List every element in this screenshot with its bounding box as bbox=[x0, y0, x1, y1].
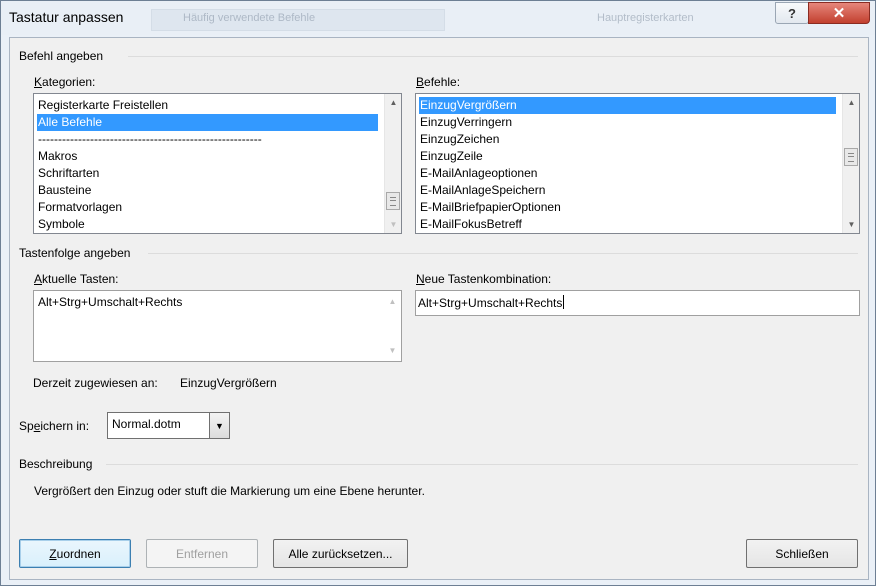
list-item[interactable]: Registerkarte Freistellen bbox=[37, 97, 378, 114]
chevron-down-icon[interactable]: ▼ bbox=[209, 413, 229, 438]
close-button-label: Schließen bbox=[775, 546, 829, 561]
current-keys-scrollbar: ▲ ▼ bbox=[384, 291, 401, 361]
scroll-down-icon[interactable]: ▼ bbox=[385, 216, 401, 233]
section-keys-heading: Tastenfolge angeben bbox=[19, 246, 131, 260]
dialog-body: Befehl angeben Kategorien: Befehle: Regi… bbox=[9, 37, 869, 580]
text-caret bbox=[563, 295, 565, 309]
list-item[interactable]: EinzugZeichen bbox=[419, 131, 836, 148]
dialog-window: Häufig verwendete Befehle Hauptregisterk… bbox=[0, 0, 876, 586]
reset-all-button[interactable]: Alle zurücksetzen... bbox=[273, 539, 408, 568]
title-bar[interactable]: Häufig verwendete Befehle Hauptregisterk… bbox=[1, 1, 875, 35]
list-item[interactable]: E-MailAnlageoptionen bbox=[419, 165, 836, 182]
scroll-up-icon[interactable]: ▲ bbox=[385, 94, 401, 111]
description-text: Vergrößert den Einzug oder stuft die Mar… bbox=[34, 484, 425, 498]
categories-label: Kategorien: bbox=[34, 75, 96, 89]
section-divider bbox=[148, 253, 858, 254]
scroll-up-icon: ▲ bbox=[388, 297, 397, 306]
assign-button-label: Zuordnen bbox=[49, 546, 101, 561]
scroll-thumb[interactable] bbox=[386, 192, 400, 210]
list-item[interactable]: Makros bbox=[37, 148, 378, 165]
scroll-thumb[interactable] bbox=[844, 148, 858, 166]
section-divider bbox=[128, 56, 858, 57]
close-icon: ✕ bbox=[832, 5, 846, 22]
assign-button[interactable]: Zuordnen bbox=[19, 539, 131, 568]
current-keys-label: Aktuelle Tasten: bbox=[34, 272, 119, 286]
window-title: Tastatur anpassen bbox=[9, 9, 124, 25]
scroll-up-icon[interactable]: ▲ bbox=[843, 94, 859, 111]
list-item[interactable]: EinzugVergrößern bbox=[419, 97, 836, 114]
remove-button[interactable]: Entfernen bbox=[146, 539, 258, 568]
close-button[interactable]: Schließen bbox=[746, 539, 858, 568]
assigned-value: EinzugVergrößern bbox=[180, 376, 277, 390]
new-key-label: Neue Tastenkombination: bbox=[416, 272, 552, 286]
current-keys-list[interactable]: Alt+Strg+Umschalt+Rechts ▲ ▼ bbox=[33, 290, 402, 362]
categories-listbox[interactable]: Registerkarte Freistellen Alle Befehle ---… bbox=[33, 93, 402, 234]
new-key-value: Alt+Strg+Umschalt+Rechts bbox=[418, 296, 563, 310]
scroll-down-icon: ▼ bbox=[388, 346, 397, 355]
list-item[interactable]: Schriftarten bbox=[37, 165, 378, 182]
list-item[interactable]: E-MailBriefpapierOptionen bbox=[419, 199, 836, 216]
commands-listbox[interactable]: EinzugVergrößern EinzugVerringern EinzugZe… bbox=[415, 93, 860, 234]
list-item[interactable]: Formatvorlagen bbox=[37, 199, 378, 216]
list-item[interactable]: Bausteine bbox=[37, 182, 378, 199]
scroll-down-icon[interactable]: ▼ bbox=[843, 216, 859, 233]
help-button[interactable]: ? bbox=[775, 2, 809, 24]
current-keys-value: Alt+Strg+Umschalt+Rechts bbox=[38, 295, 183, 309]
list-item[interactable]: E-MailFokusBetreff bbox=[419, 216, 836, 233]
help-icon: ? bbox=[788, 5, 796, 21]
list-item[interactable]: EinzugZeile bbox=[419, 148, 836, 165]
list-item[interactable]: E-MailAnlageSpeichern bbox=[419, 182, 836, 199]
close-window-button[interactable]: ✕ bbox=[808, 2, 870, 24]
section-divider bbox=[106, 464, 858, 465]
list-item[interactable]: ----------------------------------------… bbox=[37, 131, 378, 148]
assigned-label: Derzeit zugewiesen an: bbox=[33, 376, 158, 390]
new-key-input[interactable]: Alt+Strg+Umschalt+Rechts bbox=[415, 290, 860, 316]
commands-scrollbar[interactable]: ▲ ▼ bbox=[842, 94, 859, 233]
commands-label: Befehle: bbox=[416, 75, 461, 89]
remove-button-label: Entfernen bbox=[175, 546, 229, 561]
reset-all-button-label: Alle zurücksetzen... bbox=[288, 546, 393, 561]
list-item[interactable]: Alle Befehle bbox=[37, 114, 378, 131]
background-text-right: Hauptregisterkarten bbox=[597, 12, 694, 24]
save-in-label: Speichern in: bbox=[19, 419, 90, 433]
section-description-heading: Beschreibung bbox=[19, 457, 93, 471]
section-command-heading: Befehl angeben bbox=[19, 49, 104, 63]
save-in-select[interactable]: Normal.dotm ▼ bbox=[107, 412, 230, 439]
background-text-left: Häufig verwendete Befehle bbox=[183, 12, 316, 24]
list-item[interactable]: EinzugVerringern bbox=[419, 114, 836, 131]
save-in-value: Normal.dotm bbox=[112, 417, 181, 431]
list-item[interactable]: Symbole bbox=[37, 216, 378, 233]
categories-scrollbar[interactable]: ▲ ▼ bbox=[384, 94, 401, 233]
